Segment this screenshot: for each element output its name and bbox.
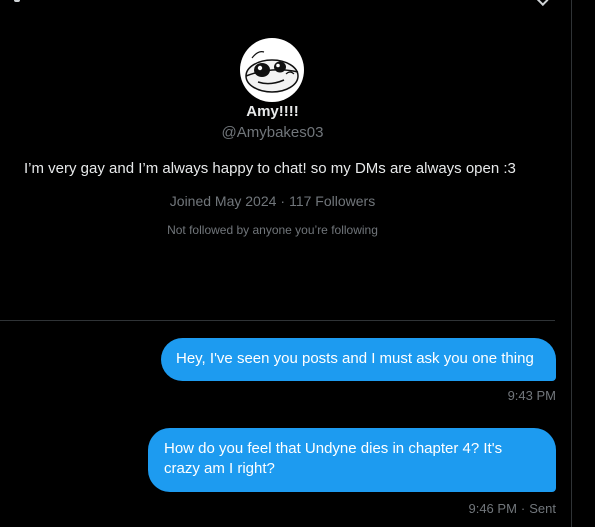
profile-handle[interactable]: @Amybakes03 [0,124,545,142]
meta-separator: · [280,193,286,209]
message-status: Sent [529,501,556,516]
status-separator: · [520,501,526,516]
message-timestamp: 9:43 PM [508,388,556,404]
top-back-glyph[interactable] [14,0,20,2]
profile-display-name[interactable]: Amy!!!! [0,103,545,121]
top-chevron-icon[interactable] [536,0,549,7]
panel-divider [571,0,572,527]
message-text: How do you feel that Undyne dies in chap… [164,440,503,477]
cartoon-face-avatar-icon [240,38,304,102]
message-time: 9:43 PM [507,388,556,403]
message-bubble[interactable]: Hey, I've seen you posts and I must ask … [161,338,556,381]
followed-by-note: Not followed by anyone you’re following [167,223,378,237]
message-timestamp: 9:46 PM · Sent [468,501,556,517]
message-bubble[interactable]: How do you feel that Undyne dies in chap… [148,428,556,492]
message-time: 9:46 PM [468,501,517,516]
joined-date: Joined May 2024 [169,193,277,209]
profile-bio: I’m very gay and I’m always happy to cha… [24,160,516,177]
message-text: Hey, I've seen you posts and I must ask … [176,350,534,367]
conversation-divider [0,320,555,321]
profile-meta: Joined May 2024 · 117 Followers [0,193,545,210]
profile-avatar[interactable] [240,38,304,102]
followers-count[interactable]: 117 Followers [289,193,375,209]
